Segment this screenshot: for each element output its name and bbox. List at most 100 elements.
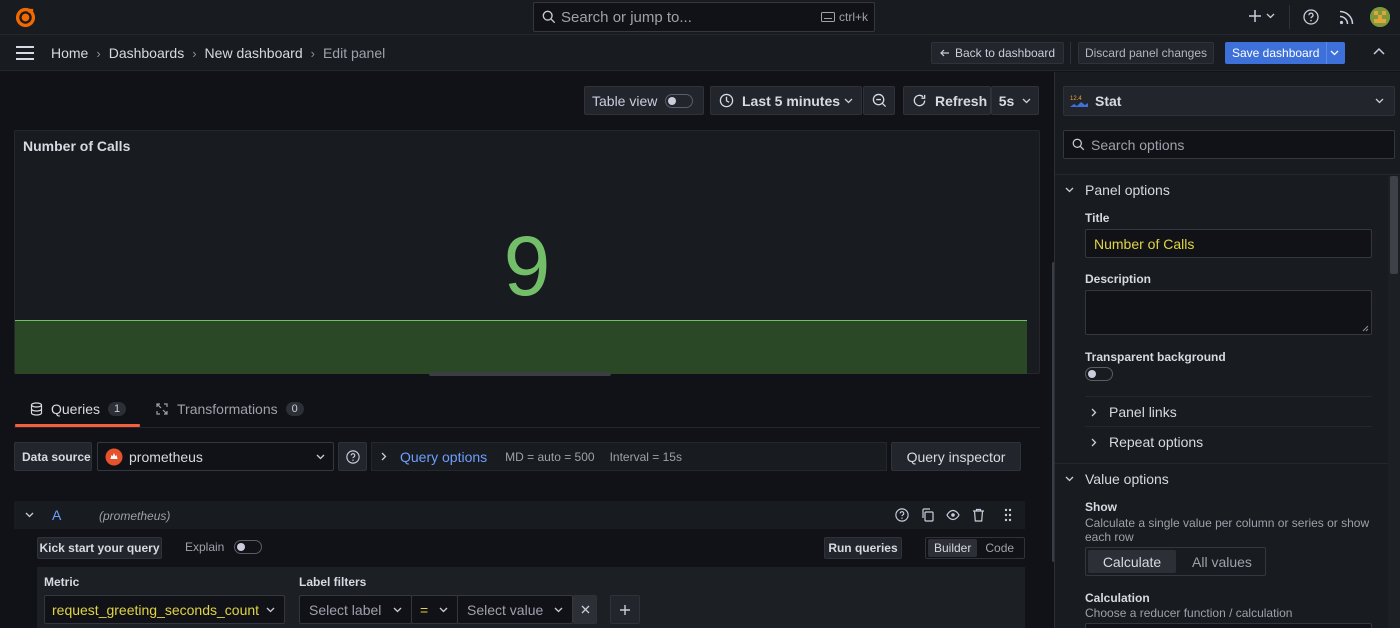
close-icon (581, 605, 590, 614)
options-search-input[interactable]: Search options (1063, 130, 1395, 159)
select-label-placeholder: Select label (309, 601, 382, 618)
help-icon[interactable] (895, 508, 909, 522)
breadcrumb-edit-panel: Edit panel (322, 45, 386, 61)
visualization-picker[interactable]: 12.4 Stat (1063, 86, 1395, 116)
discard-changes-button[interactable]: Discard panel changes (1078, 42, 1214, 64)
toggle-switch[interactable] (234, 540, 263, 554)
title-input[interactable]: Number of Calls (1085, 229, 1372, 258)
zoom-out-button[interactable] (863, 86, 895, 115)
all-values-option[interactable]: All values (1192, 554, 1252, 570)
data-source-label: Data source (14, 442, 92, 471)
editor-mode-switch[interactable]: Builder Code (925, 537, 1025, 559)
refresh-label: Refresh (935, 92, 988, 109)
panel-links-section[interactable]: Panel links (1091, 404, 1177, 420)
query-inspector-label: Query inspector (906, 448, 1006, 465)
transparent-toggle[interactable] (1085, 367, 1113, 381)
select-label-dropdown[interactable]: Select label (299, 595, 412, 624)
breadcrumb-dashboards[interactable]: Dashboards (109, 45, 185, 61)
drag-handle-icon[interactable] (1004, 508, 1012, 522)
stat-panel[interactable]: Number of Calls 9 (14, 130, 1040, 376)
description-textarea[interactable] (1085, 290, 1372, 335)
select-value-dropdown[interactable]: Select value (457, 595, 573, 624)
arrow-left-icon (940, 49, 950, 57)
menu-icon[interactable] (15, 45, 35, 61)
save-dashboard-button[interactable]: Save dashboard (1225, 42, 1345, 64)
trash-icon[interactable] (972, 508, 985, 522)
refresh-button[interactable]: Refresh (903, 86, 991, 115)
chevron-down-icon[interactable] (25, 512, 34, 518)
chevron-right-icon (381, 452, 387, 461)
zoom-out-icon (872, 93, 887, 108)
divider (1055, 174, 1400, 175)
select-value-placeholder: Select value (467, 601, 544, 618)
chevron-right-icon (1091, 438, 1097, 447)
query-options-label[interactable]: Query options (400, 449, 487, 465)
options-scrollbar[interactable] (1388, 176, 1400, 628)
help-icon[interactable] (1303, 9, 1319, 25)
grafana-logo-icon[interactable] (14, 6, 37, 29)
chevron-right-icon: › (192, 45, 197, 61)
user-avatar[interactable] (1370, 7, 1390, 27)
title-input-value: Number of Calls (1094, 235, 1195, 252)
calculation-select[interactable] (1085, 623, 1372, 628)
breadcrumb-home[interactable]: Home (51, 45, 88, 61)
search-icon (542, 10, 556, 24)
panel-resize-handle[interactable] (429, 372, 611, 376)
divider (1289, 5, 1290, 29)
chevron-down-icon (1022, 98, 1031, 104)
refresh-interval-picker[interactable]: 5s (991, 86, 1039, 115)
calculate-option[interactable]: Calculate (1088, 550, 1176, 573)
prometheus-icon (105, 448, 123, 466)
back-to-dashboard-button[interactable]: Back to dashboard (931, 42, 1064, 64)
search-placeholder: Search or jump to... (561, 8, 692, 26)
duplicate-icon[interactable] (921, 508, 934, 522)
remove-filter-button[interactable] (573, 595, 597, 624)
tab-transformations[interactable]: Transformations 0 (155, 401, 304, 417)
value-options-section[interactable]: Value options (1065, 471, 1169, 487)
query-datasource-hint: (prometheus) (99, 509, 171, 523)
builder-mode-option[interactable]: Builder (928, 539, 978, 557)
transformations-count-badge: 0 (285, 402, 304, 416)
tab-queries[interactable]: Queries 1 (30, 401, 127, 417)
chevron-right-icon: › (310, 45, 315, 61)
repeat-options-section[interactable]: Repeat options (1091, 434, 1203, 450)
data-source-help-button[interactable] (338, 442, 367, 471)
metric-select[interactable]: request_greeting_seconds_count (44, 595, 285, 624)
add-filter-button[interactable] (610, 595, 640, 624)
scrollbar-thumb[interactable] (1390, 176, 1398, 274)
breadcrumb-new-dashboard[interactable]: New dashboard (205, 45, 303, 61)
code-mode-option[interactable]: Code (981, 539, 1018, 557)
explain-toggle[interactable]: Explain (185, 540, 263, 554)
divider (1085, 426, 1372, 427)
chevron-up-icon[interactable] (1373, 47, 1385, 55)
explain-label: Explain (185, 540, 225, 554)
kick-start-button[interactable]: Kick start your query (37, 537, 162, 559)
stat-value: 9 (503, 219, 551, 313)
table-view-label: Table view (592, 92, 658, 109)
query-ref-id[interactable]: A (52, 507, 61, 523)
interval-label: 5s (998, 92, 1015, 109)
news-feed-icon[interactable] (1339, 10, 1354, 25)
panel-options-section[interactable]: Panel options (1065, 182, 1170, 198)
divider (1070, 42, 1071, 64)
chevron-down-icon (554, 607, 563, 613)
search-input[interactable]: Search or jump to... ctrl+k (533, 2, 875, 32)
chevron-down-icon[interactable] (1330, 50, 1339, 56)
description-field-label: Description (1085, 272, 1152, 286)
new-menu-button[interactable] (1248, 9, 1275, 23)
help-icon (345, 449, 360, 464)
show-radio-group[interactable]: Calculate All values (1085, 547, 1266, 576)
data-source-picker[interactable]: prometheus (97, 442, 334, 471)
run-queries-button[interactable]: Run queries (824, 537, 902, 559)
time-range-picker[interactable]: Last 5 minutes (710, 86, 862, 115)
operator-select[interactable]: = (411, 595, 458, 624)
query-options-bar[interactable]: Query options MD = auto = 500 Interval =… (371, 442, 887, 471)
metric-label: Metric (44, 575, 80, 589)
chevron-down-icon (393, 607, 402, 613)
query-inspector-button[interactable]: Query inspector (891, 442, 1021, 471)
chevron-down-icon (844, 98, 853, 104)
discard-label: Discard panel changes (1084, 46, 1208, 60)
table-view-toggle[interactable]: Table view (584, 86, 704, 115)
eye-icon[interactable] (946, 509, 960, 521)
toggle-switch[interactable] (665, 93, 694, 108)
